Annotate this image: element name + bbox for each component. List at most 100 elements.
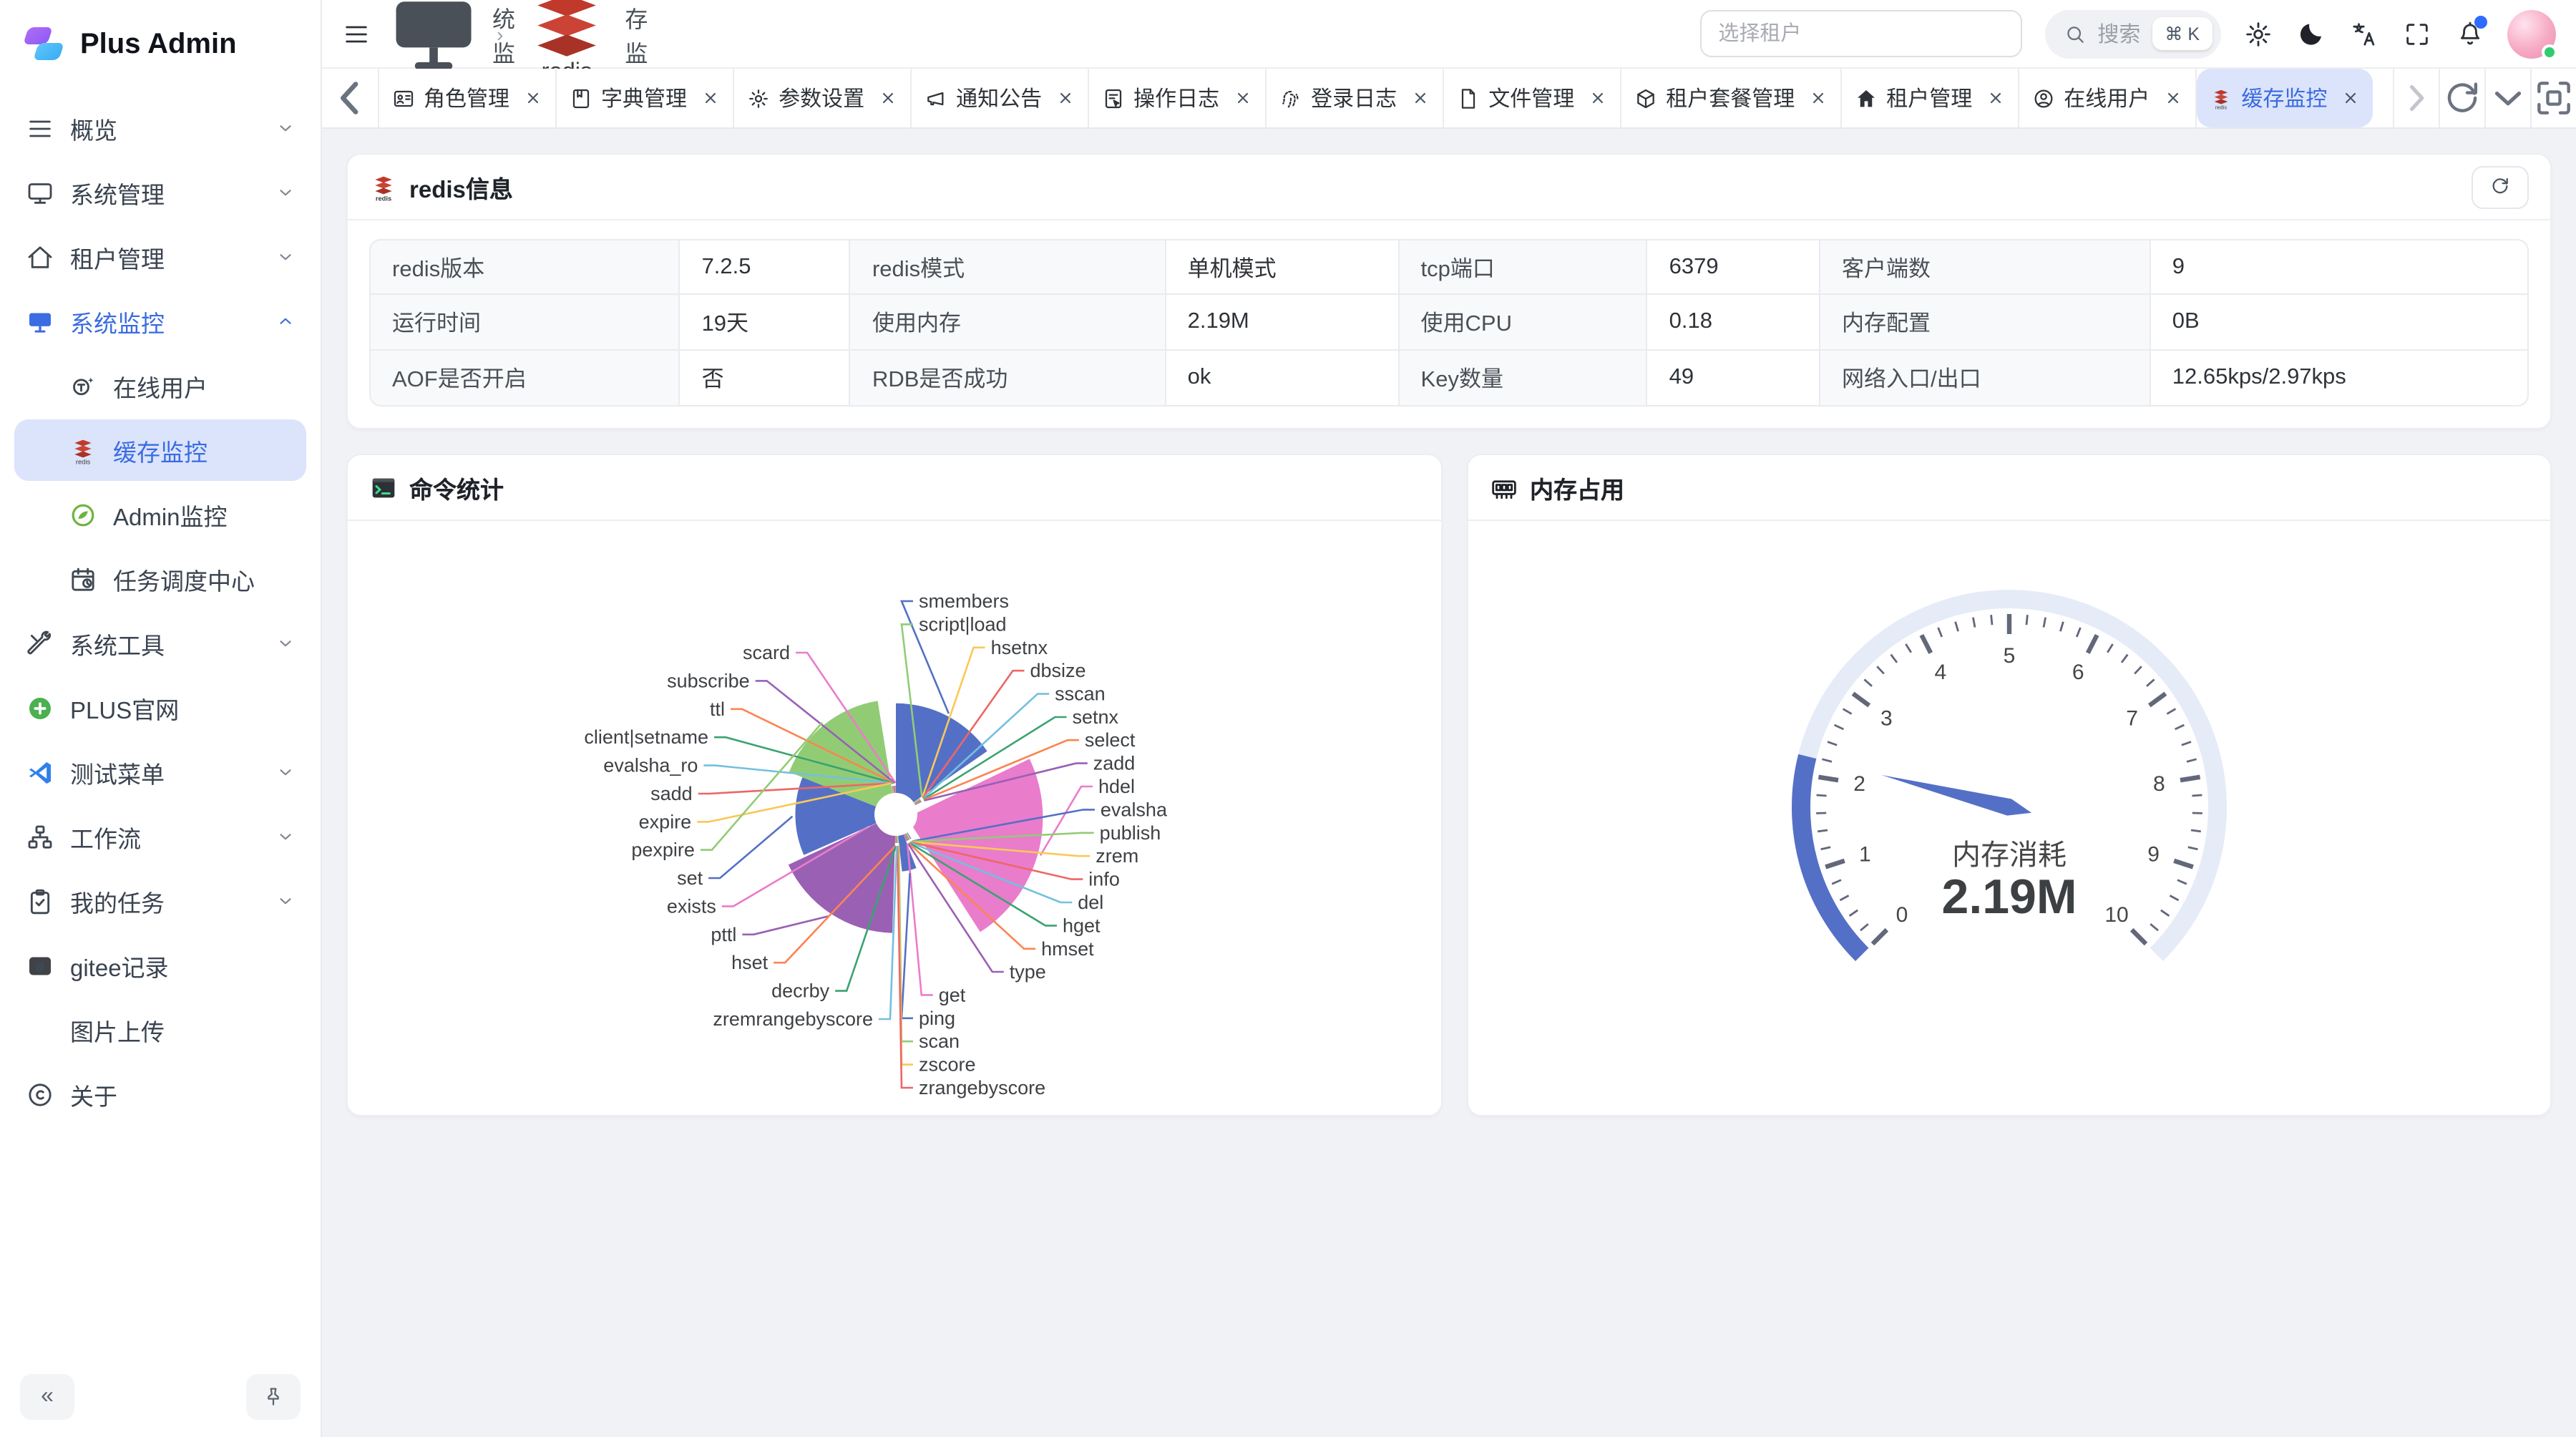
tab-refresh-button[interactable] — [2439, 69, 2484, 127]
sidebar-item-gitee记录[interactable]: ¥gitee记录 — [14, 935, 306, 996]
tab-close-icon[interactable] — [1986, 89, 2005, 107]
sidebar-item-测试菜单[interactable]: 测试菜单 — [14, 741, 306, 803]
svg-text:redis: redis — [76, 457, 91, 464]
tab-租户套餐管理[interactable]: 租户套餐管理 — [1621, 69, 1842, 127]
info-label: redis模式 — [851, 239, 1166, 295]
terminal-icon — [369, 473, 398, 502]
translate-button[interactable] — [2350, 19, 2379, 48]
sidebar-item-label: 系统工具 — [70, 626, 165, 661]
sidebar-item-PLUS官网[interactable]: PLUS官网 — [14, 677, 306, 739]
sidebar-collapse-button[interactable]: « — [20, 1374, 74, 1420]
refresh-icon — [2489, 175, 2512, 198]
sidebar-item-工作流[interactable]: 工作流 — [14, 806, 306, 867]
info-label: 内存配置 — [1820, 295, 2151, 351]
pie-label-scan: scan — [919, 1031, 960, 1052]
translate-icon — [2350, 19, 2379, 48]
sidebar-item-label: 缓存监控 — [113, 433, 208, 467]
tab-close-icon[interactable] — [1411, 89, 1430, 107]
search-icon — [2063, 24, 2086, 47]
app-title: Plus Admin — [80, 28, 237, 61]
sidebar-item-label: 图片上传 — [70, 1013, 165, 1047]
tab-close-icon[interactable] — [1809, 89, 1828, 107]
svg-text:redis: redis — [376, 194, 391, 201]
sidebar-item-关于[interactable]: 关于 — [14, 1063, 306, 1125]
tenant-select-input[interactable] — [1699, 10, 2021, 57]
tab-close-icon[interactable] — [2164, 89, 2182, 107]
sidebar-item-系统工具[interactable]: 系统工具 — [14, 613, 306, 674]
tab-close-icon[interactable] — [1056, 89, 1075, 107]
tab-操作日志[interactable]: 操作日志 — [1089, 69, 1267, 127]
redis-refresh-button[interactable] — [2472, 165, 2529, 208]
tab-close-icon[interactable] — [2341, 89, 2360, 107]
app-root: Plus Admin 概览系统管理租户管理系统监控在线用户redis缓存监控Ad… — [0, 0, 2576, 1437]
tab-close-icon[interactable] — [701, 89, 720, 107]
search-button[interactable]: 搜索 ⌘ K — [2044, 9, 2221, 58]
tab-参数设置[interactable]: 参数设置 — [734, 69, 912, 127]
chevron-down-icon — [276, 183, 295, 202]
tab-close-icon[interactable] — [1589, 89, 1607, 107]
tab-more-button[interactable] — [2484, 69, 2530, 127]
sidebar-item-系统管理[interactable]: 系统管理 — [14, 162, 306, 223]
info-value: ok — [1166, 351, 1400, 406]
tab-租户管理[interactable]: 租户管理 — [1842, 69, 2019, 127]
refresh-icon — [2440, 76, 2484, 120]
gauge-tick-label: 7 — [2126, 706, 2138, 730]
sidebar-item-租户管理[interactable]: 租户管理 — [14, 226, 306, 288]
pie-label-pexpire: pexpire — [631, 839, 695, 861]
info-value: 6379 — [1648, 239, 1820, 295]
chevron-down-icon — [2486, 76, 2530, 120]
tab-close-icon[interactable] — [879, 89, 897, 107]
settings-button[interactable] — [2244, 19, 2273, 48]
tab-文件管理[interactable]: 文件管理 — [1444, 69, 1621, 127]
pie-label-decrby: decrby — [771, 980, 830, 1002]
tab-角色管理[interactable]: 角色管理 — [379, 69, 557, 127]
sidebar-item-缓存监控[interactable]: redis 缓存监控 — [14, 419, 306, 481]
tab-缓存监控[interactable]: redis缓存监控 — [2197, 69, 2373, 127]
moon-button[interactable] — [2297, 19, 2326, 48]
tab-scroll-left-button[interactable] — [322, 69, 379, 127]
calendar-clock-icon — [69, 565, 97, 593]
sidebar-item-概览[interactable]: 概览 — [14, 97, 306, 159]
tab-通知公告[interactable]: 通知公告 — [912, 69, 1089, 127]
sidebar-item-Admin监控[interactable]: Admin监控 — [14, 484, 306, 545]
tab-字典管理[interactable]: 字典管理 — [557, 69, 734, 127]
sidebar-item-label: 工作流 — [70, 819, 141, 854]
sidebar-item-我的任务[interactable]: 我的任务 — [14, 870, 306, 932]
sidebar-item-在线用户[interactable]: 在线用户 — [14, 355, 306, 417]
info-value: 49 — [1648, 351, 1820, 406]
tab-fullscreen-button[interactable] — [2530, 69, 2576, 127]
pie-label-zrangebyscore: zrangebyscore — [919, 1077, 1045, 1099]
sidebar-item-label: 系统管理 — [70, 175, 165, 210]
app-logo[interactable]: Plus Admin — [0, 0, 321, 89]
tab-登录日志[interactable]: 登录日志 — [1267, 69, 1444, 127]
info-label: redis版本 — [369, 239, 680, 295]
sidebar-item-label: 测试菜单 — [70, 755, 165, 789]
tab-close-icon[interactable] — [1234, 89, 1252, 107]
tab-在线用户[interactable]: 在线用户 — [2019, 69, 2197, 127]
user-online-icon — [69, 371, 97, 400]
sidebar-pin-button[interactable] — [246, 1374, 301, 1420]
tab-label: 登录日志 — [1311, 83, 1397, 113]
info-value: 9 — [2151, 239, 2529, 295]
gitee-icon: ¥ — [26, 951, 54, 980]
sidebar-item-label: 系统监控 — [70, 304, 165, 338]
sidebar-item-任务调度中心[interactable]: 任务调度中心 — [14, 548, 306, 610]
sidebar-item-label: PLUS官网 — [70, 691, 179, 725]
redis-card-title: redis信息 — [409, 170, 513, 204]
avatar[interactable] — [2507, 9, 2556, 58]
fullscreen-button[interactable] — [2403, 19, 2431, 48]
tab-scroll-right-button[interactable] — [2393, 69, 2439, 127]
journal-icon — [1102, 87, 1125, 109]
frame-icon — [2532, 76, 2576, 120]
gauge-title: 内存消耗 — [1952, 839, 2067, 871]
hamburger-menu-icon[interactable] — [342, 19, 371, 48]
tab-close-icon[interactable] — [524, 89, 542, 107]
sidebar-item-系统监控[interactable]: 系统监控 — [14, 291, 306, 352]
house-fill-icon — [1855, 87, 1878, 109]
page-content: redis redis信息 redis版本7.2.5redis模式单机模式tcp… — [322, 129, 2576, 1437]
sidebar-item-图片上传[interactable]: 图片上传 — [14, 999, 306, 1061]
pie-label-pttl: pttl — [711, 924, 736, 945]
box-icon — [1634, 87, 1657, 109]
bell-button[interactable] — [2456, 19, 2484, 48]
redis-info-card: redis redis信息 redis版本7.2.5redis模式单机模式tcp… — [346, 153, 2552, 429]
